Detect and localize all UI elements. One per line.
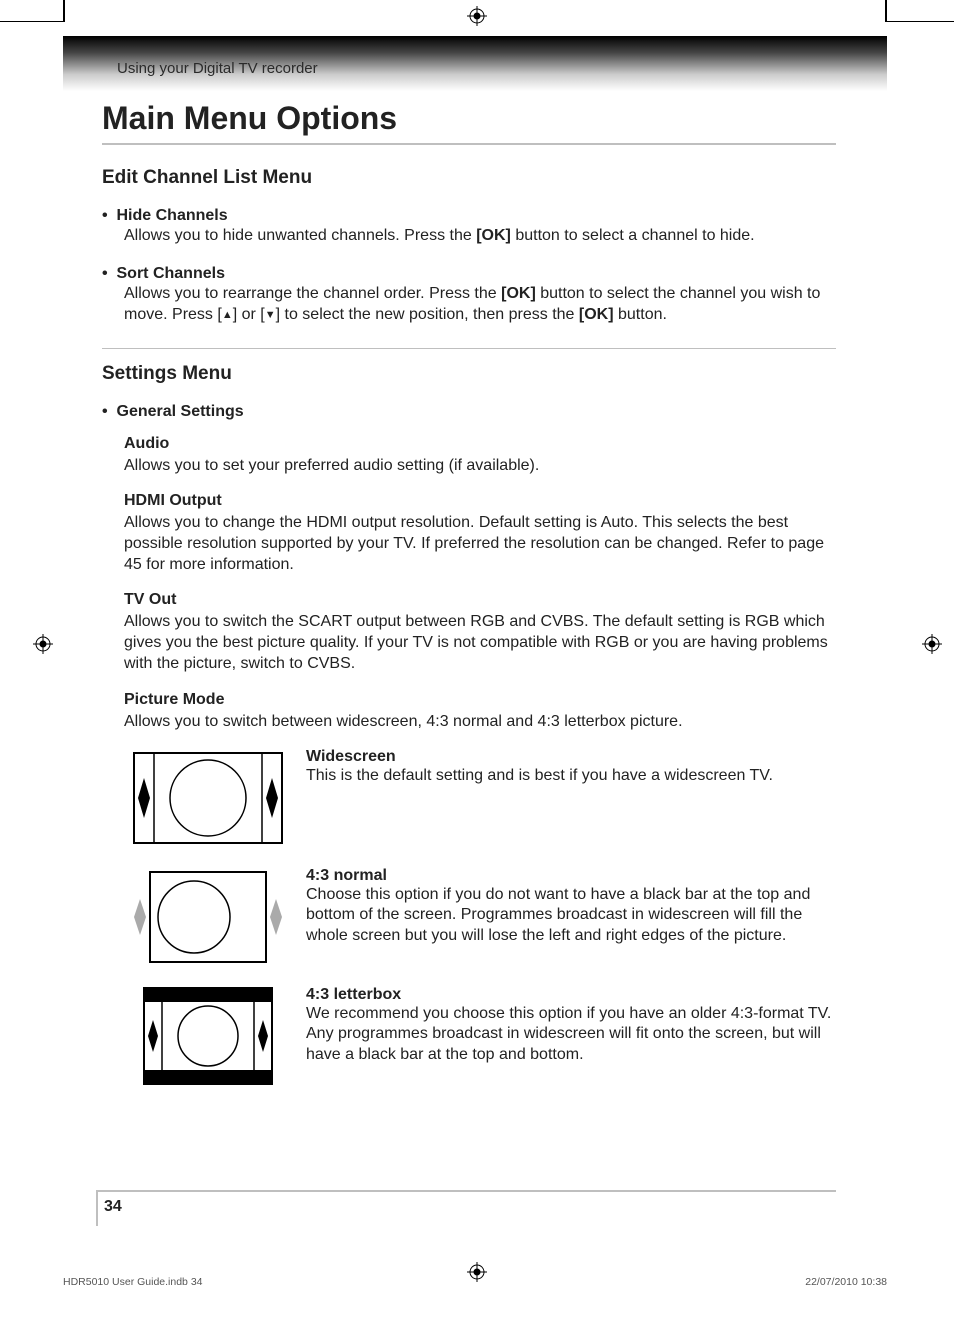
text: button. bbox=[614, 306, 667, 323]
audio-title: Audio bbox=[124, 435, 836, 453]
widescreen-body: This is the default setting and is best … bbox=[306, 766, 836, 787]
hdmi-title: HDMI Output bbox=[124, 492, 836, 510]
widescreen-icon bbox=[124, 748, 292, 853]
page-number: 34 bbox=[104, 1198, 122, 1216]
ok-key: [OK] bbox=[476, 227, 511, 244]
letterbox-title: 4:3 letterbox bbox=[306, 986, 836, 1004]
hide-channels-body: Allows you to hide unwanted channels. Pr… bbox=[124, 225, 836, 247]
divider bbox=[102, 143, 836, 145]
ok-key: [OK] bbox=[501, 285, 536, 302]
edit-channel-heading: Edit Channel List Menu bbox=[102, 167, 836, 189]
audio-body: Allows you to set your preferred audio s… bbox=[124, 455, 836, 476]
text: Allows you to rearrange the channel orde… bbox=[124, 285, 501, 302]
normal-title: 4:3 normal bbox=[306, 867, 836, 885]
text: button to select a channel to hide. bbox=[511, 227, 755, 244]
text: ] to select the new position, then press… bbox=[276, 306, 579, 323]
picmode-body: Allows you to switch between widescreen,… bbox=[124, 711, 836, 732]
crop-mark bbox=[885, 0, 887, 22]
up-arrow-icon: ▲ bbox=[222, 308, 233, 323]
normal-body: Choose this option if you do not want to… bbox=[306, 885, 836, 947]
page-title: Main Menu Options bbox=[102, 100, 836, 137]
letterbox-icon bbox=[124, 986, 292, 1091]
text: ] or [ bbox=[233, 306, 265, 323]
registration-mark-icon bbox=[33, 634, 53, 654]
doc-file-label: HDR5010 User Guide.indb 34 bbox=[63, 1276, 203, 1288]
sort-channels-body: Allows you to rearrange the channel orde… bbox=[124, 283, 836, 326]
crop-mark bbox=[885, 21, 954, 22]
down-arrow-icon: ▼ bbox=[265, 308, 276, 323]
tvout-title: TV Out bbox=[124, 591, 836, 609]
hdmi-body: Allows you to change the HDMI output res… bbox=[124, 512, 836, 575]
hide-channels-label: Hide Channels bbox=[102, 207, 836, 225]
general-settings-label: General Settings bbox=[102, 403, 836, 421]
crop-mark bbox=[0, 21, 64, 22]
ok-key: [OK] bbox=[579, 306, 614, 323]
registration-mark-icon bbox=[467, 6, 487, 26]
text: Allows you to hide unwanted channels. Pr… bbox=[124, 227, 476, 244]
divider bbox=[96, 1190, 836, 1192]
letterbox-body: We recommend you choose this option if y… bbox=[306, 1004, 836, 1066]
settings-heading: Settings Menu bbox=[102, 363, 836, 385]
picmode-title: Picture Mode bbox=[124, 691, 836, 709]
doc-datetime: 22/07/2010 10:38 bbox=[805, 1276, 887, 1288]
sort-channels-label: Sort Channels bbox=[102, 265, 836, 283]
normal-icon bbox=[124, 867, 292, 972]
tvout-body: Allows you to switch the SCART output be… bbox=[124, 611, 836, 674]
registration-mark-icon bbox=[922, 634, 942, 654]
divider bbox=[102, 348, 836, 349]
crop-mark bbox=[63, 0, 65, 22]
divider bbox=[96, 1190, 98, 1226]
section-header: Using your Digital TV recorder bbox=[117, 60, 318, 77]
widescreen-title: Widescreen bbox=[306, 748, 836, 766]
